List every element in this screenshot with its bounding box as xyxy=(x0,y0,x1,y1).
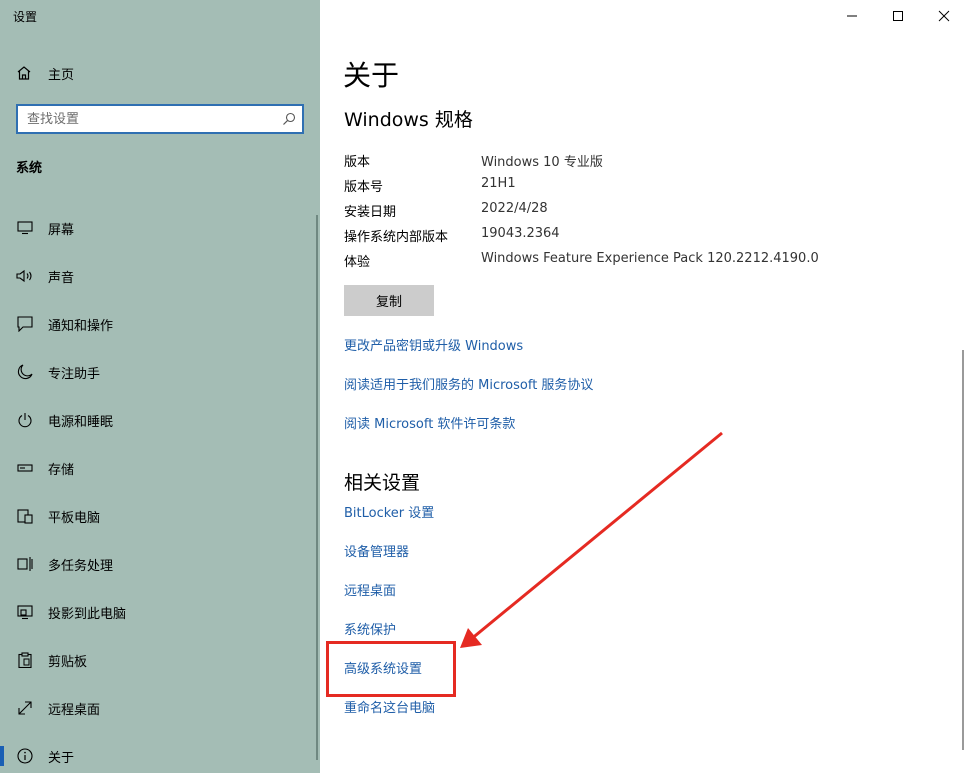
home-nav-item[interactable]: 主页 xyxy=(16,63,74,83)
info-icon xyxy=(16,747,34,765)
search-box[interactable] xyxy=(16,104,304,134)
sidebar-nav: 屏幕 声音 通知和操作 专注助手 电源和睡眠 存储 平板电脑 多任务处理 投影到… xyxy=(0,204,320,773)
sidebar-item-tablet[interactable]: 平板电脑 xyxy=(0,492,320,540)
spec-label: 版本号 xyxy=(344,180,384,195)
close-button[interactable] xyxy=(921,0,967,32)
minimize-button[interactable] xyxy=(829,0,875,32)
home-icon xyxy=(17,66,31,80)
related-settings-heading: 相关设置 xyxy=(344,472,421,494)
sidebar-item-focus-assist[interactable]: 专注助手 xyxy=(0,348,320,396)
speaker-icon xyxy=(16,267,34,285)
storage-icon xyxy=(16,459,34,477)
sidebar-item-power[interactable]: 电源和睡眠 xyxy=(0,396,320,444)
bitlocker-settings-link[interactable]: BitLocker 设置 xyxy=(344,502,434,521)
sidebar-item-clipboard[interactable]: 剪贴板 xyxy=(0,636,320,684)
device-manager-link[interactable]: 设备管理器 xyxy=(344,541,409,560)
remote-desktop-link[interactable]: 远程桌面 xyxy=(344,580,396,599)
sidebar-item-label: 专注助手 xyxy=(48,366,101,382)
spec-value: Windows 10 专业版 xyxy=(481,155,603,170)
tablet-icon xyxy=(16,507,34,525)
rename-pc-link[interactable]: 重命名这台电脑 xyxy=(344,697,435,716)
sidebar-item-label: 存储 xyxy=(48,462,75,478)
maximize-icon xyxy=(893,11,903,21)
sidebar-item-sound[interactable]: 声音 xyxy=(0,252,320,300)
spec-label: 体验 xyxy=(344,255,371,270)
project-icon xyxy=(16,603,34,621)
sidebar-item-label: 投影到此电脑 xyxy=(48,606,127,622)
sidebar-item-storage[interactable]: 存储 xyxy=(0,444,320,492)
sidebar-item-label: 电源和睡眠 xyxy=(48,414,114,430)
close-icon xyxy=(938,10,950,22)
home-label: 主页 xyxy=(48,67,75,83)
sidebar-item-label: 屏幕 xyxy=(48,222,75,238)
moon-icon xyxy=(16,363,34,381)
sidebar-item-remote-desktop[interactable]: 远程桌面 xyxy=(0,684,320,732)
sidebar-item-label: 平板电脑 xyxy=(48,510,101,526)
search-icon[interactable] xyxy=(282,112,296,126)
main-scrollbar[interactable] xyxy=(962,350,964,750)
sidebar-item-label: 远程桌面 xyxy=(48,702,101,718)
windows-spec-heading: Windows 规格 xyxy=(344,109,473,131)
minimize-icon xyxy=(847,15,857,17)
monitor-icon xyxy=(16,219,34,237)
service-agreement-link[interactable]: 阅读适用于我们服务的 Microsoft 服务协议 xyxy=(344,374,593,393)
sidebar-item-label: 剪贴板 xyxy=(48,654,88,670)
power-icon xyxy=(16,411,34,429)
clipboard-icon xyxy=(16,651,34,669)
spec-value: 2022/4/28 xyxy=(481,201,548,216)
section-title: 系统 xyxy=(16,161,43,176)
sidebar-item-label: 通知和操作 xyxy=(48,318,114,334)
spec-value: 21H1 xyxy=(481,176,516,191)
maximize-button[interactable] xyxy=(875,0,921,32)
window-controls xyxy=(829,0,967,32)
change-product-key-link[interactable]: 更改产品密钥或升级 Windows xyxy=(344,335,523,354)
spec-label: 版本 xyxy=(344,155,371,170)
page-title: 关于 xyxy=(343,59,400,92)
sidebar-item-label: 关于 xyxy=(48,750,75,766)
notification-icon xyxy=(16,315,34,333)
spec-label: 操作系统内部版本 xyxy=(344,230,449,245)
remote-desktop-icon xyxy=(16,699,34,717)
app-title: 设置 xyxy=(13,10,38,24)
highlight-box xyxy=(326,641,456,697)
sidebar-item-label: 多任务处理 xyxy=(48,558,114,574)
sidebar-scrollbar[interactable] xyxy=(316,215,318,760)
search-input[interactable] xyxy=(27,111,267,127)
multitasking-icon xyxy=(16,555,34,573)
spec-value: 19043.2364 xyxy=(481,226,560,241)
sidebar-item-project[interactable]: 投影到此电脑 xyxy=(0,588,320,636)
copy-button[interactable]: 复制 xyxy=(344,285,434,316)
sidebar-item-label: 声音 xyxy=(48,270,75,286)
sidebar-item-display[interactable]: 屏幕 xyxy=(0,204,320,252)
license-terms-link[interactable]: 阅读 Microsoft 软件许可条款 xyxy=(344,413,515,432)
sidebar-item-multitasking[interactable]: 多任务处理 xyxy=(0,540,320,588)
spec-value: Windows Feature Experience Pack 120.2212… xyxy=(481,251,819,266)
system-protection-link[interactable]: 系统保护 xyxy=(344,619,396,638)
sidebar: 设置 主页 系统 屏幕 声音 xyxy=(0,0,320,773)
sidebar-item-notifications[interactable]: 通知和操作 xyxy=(0,300,320,348)
spec-label: 安装日期 xyxy=(344,205,397,220)
sidebar-item-about[interactable]: 关于 xyxy=(0,732,320,773)
